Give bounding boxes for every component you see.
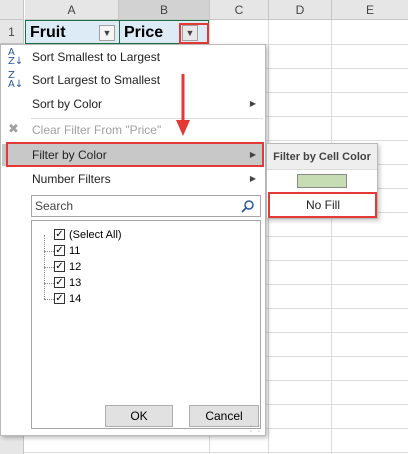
filter-dropdown-fruit[interactable]: ▼ [99, 25, 115, 41]
checkbox-checked-icon[interactable]: ✓ [54, 277, 65, 288]
row-header-1[interactable]: 1 [0, 20, 24, 44]
search-input[interactable] [32, 196, 232, 216]
column-header-b[interactable]: B [119, 0, 210, 20]
grid-line [24, 452, 408, 453]
value-item[interactable]: ✓ 13 [32, 275, 152, 291]
column-header-c[interactable]: C [210, 0, 269, 20]
menu-item-label: Sort by Color [32, 97, 103, 111]
submenu-title: Filter by Cell Color [267, 144, 377, 170]
checkbox-checked-icon[interactable]: ✓ [54, 261, 65, 272]
clear-filter-icon: ✖ [8, 122, 19, 137]
value-item[interactable]: ✓ 11 [32, 243, 152, 259]
column-header-e[interactable]: E [332, 0, 408, 20]
ok-button[interactable]: OK [105, 405, 173, 427]
color-swatch-green[interactable] [297, 174, 347, 188]
cell-a1-text: Fruit [30, 24, 66, 41]
filter-menu: A Z↓ Sort Smallest to Largest Z A↓ Sort La… [0, 44, 266, 436]
submenu-arrow-icon: ▶ [249, 174, 256, 183]
menu-item-label: Clear Filter From "Price" [32, 123, 162, 137]
value-label: 13 [69, 277, 82, 289]
menu-sort-ascending[interactable]: A Z↓ Sort Smallest to Largest [2, 46, 264, 68]
cell-b1-text: Price [124, 24, 164, 41]
checkbox-checked-icon[interactable]: ✓ [54, 245, 65, 256]
sort-descending-icon: Z A↓ [8, 70, 24, 90]
select-all-corner[interactable] [0, 0, 24, 20]
cell-a1[interactable]: Fruit ▼ [25, 20, 119, 44]
value-label: 12 [69, 261, 82, 273]
grid-line [268, 20, 269, 454]
checkbox-checked-icon[interactable]: ✓ [54, 229, 65, 240]
menu-number-filters[interactable]: Number Filters ▶ [2, 168, 264, 190]
menu-clear-filter: ✖ Clear Filter From "Price" [2, 119, 264, 141]
column-header-a[interactable]: A [25, 0, 119, 20]
search-icon[interactable] [241, 199, 255, 213]
tree-line [44, 251, 54, 252]
callout-box-dropdown [179, 23, 209, 44]
callout-box-no-fill [268, 192, 377, 218]
menu-sort-descending[interactable]: Z A↓ Sort Largest to Smallest [2, 69, 264, 91]
menu-item-label: Sort Smallest to Largest [32, 50, 161, 64]
value-item[interactable]: ✓ 14 [32, 291, 152, 307]
menu-item-label: Sort Largest to Smallest [32, 73, 161, 87]
column-header-d[interactable]: D [269, 0, 332, 20]
menu-sort-by-color[interactable]: Sort by Color ▶ [2, 93, 264, 115]
sort-ascending-icon: A Z↓ [8, 47, 24, 67]
value-list: ✓ (Select All) ✓ 11 ✓ 12 ✓ 13 ✓ 14 [31, 220, 261, 429]
callout-arrow [176, 74, 190, 136]
tree-line [44, 283, 54, 284]
checkbox-checked-icon[interactable]: ✓ [54, 293, 65, 304]
value-label: 14 [69, 293, 82, 305]
menu-item-label: Number Filters [32, 172, 111, 186]
submenu-arrow-icon: ▶ [249, 99, 256, 108]
value-label: 11 [69, 245, 81, 257]
search-field[interactable] [31, 195, 261, 217]
tree-line [44, 299, 54, 300]
grid-line [331, 20, 332, 454]
value-label: (Select All) [69, 229, 122, 241]
value-item[interactable]: ✓ 12 [32, 259, 152, 275]
tree-line [44, 267, 54, 268]
resize-grip-icon[interactable]: ⋮⋮ [247, 425, 263, 433]
callout-box-filter-by-color [6, 142, 264, 167]
